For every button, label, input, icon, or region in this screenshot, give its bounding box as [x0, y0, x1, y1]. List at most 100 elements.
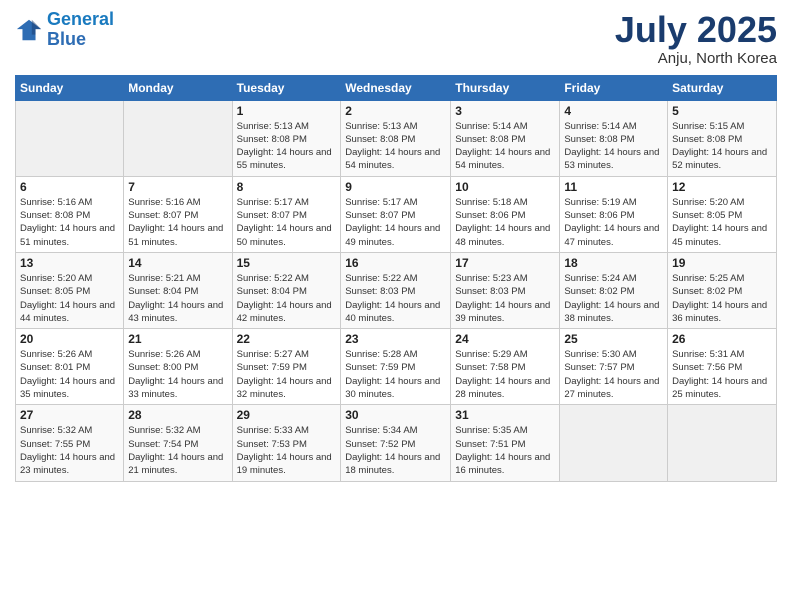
day-info: Sunrise: 5:28 AMSunset: 7:59 PMDaylight:… — [345, 348, 446, 401]
day-info: Sunrise: 5:13 AMSunset: 8:08 PMDaylight:… — [345, 120, 446, 173]
calendar-cell-w4-d1: 20 Sunrise: 5:26 AMSunset: 8:01 PMDaylig… — [16, 329, 124, 405]
calendar-cell-w2-d2: 7 Sunrise: 5:16 AMSunset: 8:07 PMDayligh… — [124, 176, 232, 252]
day-number: 18 — [564, 256, 663, 270]
header: General Blue July 2025 Anju, North Korea — [15, 10, 777, 67]
day-number: 28 — [128, 408, 227, 422]
day-number: 20 — [20, 332, 119, 346]
day-number: 1 — [237, 104, 337, 118]
day-info: Sunrise: 5:19 AMSunset: 8:06 PMDaylight:… — [564, 196, 663, 249]
header-sunday: Sunday — [16, 75, 124, 100]
calendar-cell-w4-d5: 24 Sunrise: 5:29 AMSunset: 7:58 PMDaylig… — [451, 329, 560, 405]
day-number: 13 — [20, 256, 119, 270]
calendar-header-row: Sunday Monday Tuesday Wednesday Thursday… — [16, 75, 777, 100]
logo-line1: General — [47, 9, 114, 29]
calendar-cell-w5-d7 — [668, 405, 777, 481]
day-number: 4 — [564, 104, 663, 118]
month-title: July 2025 — [615, 10, 777, 50]
day-number: 14 — [128, 256, 227, 270]
logo-icon — [15, 16, 43, 44]
day-number: 31 — [455, 408, 555, 422]
day-info: Sunrise: 5:15 AMSunset: 8:08 PMDaylight:… — [672, 120, 772, 173]
day-info: Sunrise: 5:34 AMSunset: 7:52 PMDaylight:… — [345, 424, 446, 477]
day-info: Sunrise: 5:30 AMSunset: 7:57 PMDaylight:… — [564, 348, 663, 401]
logo: General Blue — [15, 10, 114, 50]
day-info: Sunrise: 5:17 AMSunset: 8:07 PMDaylight:… — [345, 196, 446, 249]
calendar-cell-w1-d3: 1 Sunrise: 5:13 AMSunset: 8:08 PMDayligh… — [232, 100, 341, 176]
day-info: Sunrise: 5:14 AMSunset: 8:08 PMDaylight:… — [455, 120, 555, 173]
day-number: 11 — [564, 180, 663, 194]
day-info: Sunrise: 5:32 AMSunset: 7:55 PMDaylight:… — [20, 424, 119, 477]
day-number: 21 — [128, 332, 227, 346]
calendar-cell-w2-d4: 9 Sunrise: 5:17 AMSunset: 8:07 PMDayligh… — [341, 176, 451, 252]
day-info: Sunrise: 5:25 AMSunset: 8:02 PMDaylight:… — [672, 272, 772, 325]
calendar-cell-w3-d5: 17 Sunrise: 5:23 AMSunset: 8:03 PMDaylig… — [451, 252, 560, 328]
logo-text: General Blue — [47, 10, 114, 50]
day-info: Sunrise: 5:29 AMSunset: 7:58 PMDaylight:… — [455, 348, 555, 401]
day-info: Sunrise: 5:22 AMSunset: 8:03 PMDaylight:… — [345, 272, 446, 325]
header-monday: Monday — [124, 75, 232, 100]
calendar-cell-w3-d6: 18 Sunrise: 5:24 AMSunset: 8:02 PMDaylig… — [560, 252, 668, 328]
day-info: Sunrise: 5:35 AMSunset: 7:51 PMDaylight:… — [455, 424, 555, 477]
calendar-cell-w1-d4: 2 Sunrise: 5:13 AMSunset: 8:08 PMDayligh… — [341, 100, 451, 176]
day-info: Sunrise: 5:13 AMSunset: 8:08 PMDaylight:… — [237, 120, 337, 173]
page: General Blue July 2025 Anju, North Korea… — [0, 0, 792, 612]
calendar-cell-w1-d7: 5 Sunrise: 5:15 AMSunset: 8:08 PMDayligh… — [668, 100, 777, 176]
calendar-cell-w5-d3: 29 Sunrise: 5:33 AMSunset: 7:53 PMDaylig… — [232, 405, 341, 481]
day-number: 9 — [345, 180, 446, 194]
day-number: 30 — [345, 408, 446, 422]
day-info: Sunrise: 5:27 AMSunset: 7:59 PMDaylight:… — [237, 348, 337, 401]
day-number: 10 — [455, 180, 555, 194]
day-number: 3 — [455, 104, 555, 118]
day-info: Sunrise: 5:23 AMSunset: 8:03 PMDaylight:… — [455, 272, 555, 325]
day-info: Sunrise: 5:16 AMSunset: 8:07 PMDaylight:… — [128, 196, 227, 249]
day-info: Sunrise: 5:16 AMSunset: 8:08 PMDaylight:… — [20, 196, 119, 249]
day-number: 27 — [20, 408, 119, 422]
day-info: Sunrise: 5:26 AMSunset: 8:01 PMDaylight:… — [20, 348, 119, 401]
day-info: Sunrise: 5:22 AMSunset: 8:04 PMDaylight:… — [237, 272, 337, 325]
calendar-cell-w1-d6: 4 Sunrise: 5:14 AMSunset: 8:08 PMDayligh… — [560, 100, 668, 176]
calendar-cell-w4-d4: 23 Sunrise: 5:28 AMSunset: 7:59 PMDaylig… — [341, 329, 451, 405]
calendar-cell-w3-d7: 19 Sunrise: 5:25 AMSunset: 8:02 PMDaylig… — [668, 252, 777, 328]
day-number: 22 — [237, 332, 337, 346]
calendar-cell-w2-d5: 10 Sunrise: 5:18 AMSunset: 8:06 PMDaylig… — [451, 176, 560, 252]
week-row-3: 13 Sunrise: 5:20 AMSunset: 8:05 PMDaylig… — [16, 252, 777, 328]
calendar-cell-w1-d1 — [16, 100, 124, 176]
calendar-cell-w4-d2: 21 Sunrise: 5:26 AMSunset: 8:00 PMDaylig… — [124, 329, 232, 405]
day-number: 25 — [564, 332, 663, 346]
day-info: Sunrise: 5:14 AMSunset: 8:08 PMDaylight:… — [564, 120, 663, 173]
calendar-cell-w2-d1: 6 Sunrise: 5:16 AMSunset: 8:08 PMDayligh… — [16, 176, 124, 252]
day-number: 29 — [237, 408, 337, 422]
calendar-cell-w5-d1: 27 Sunrise: 5:32 AMSunset: 7:55 PMDaylig… — [16, 405, 124, 481]
header-thursday: Thursday — [451, 75, 560, 100]
day-number: 24 — [455, 332, 555, 346]
week-row-5: 27 Sunrise: 5:32 AMSunset: 7:55 PMDaylig… — [16, 405, 777, 481]
header-wednesday: Wednesday — [341, 75, 451, 100]
week-row-4: 20 Sunrise: 5:26 AMSunset: 8:01 PMDaylig… — [16, 329, 777, 405]
day-number: 2 — [345, 104, 446, 118]
calendar-cell-w2-d6: 11 Sunrise: 5:19 AMSunset: 8:06 PMDaylig… — [560, 176, 668, 252]
calendar-cell-w2-d3: 8 Sunrise: 5:17 AMSunset: 8:07 PMDayligh… — [232, 176, 341, 252]
calendar-cell-w3-d3: 15 Sunrise: 5:22 AMSunset: 8:04 PMDaylig… — [232, 252, 341, 328]
day-info: Sunrise: 5:21 AMSunset: 8:04 PMDaylight:… — [128, 272, 227, 325]
day-number: 12 — [672, 180, 772, 194]
day-number: 16 — [345, 256, 446, 270]
week-row-2: 6 Sunrise: 5:16 AMSunset: 8:08 PMDayligh… — [16, 176, 777, 252]
day-info: Sunrise: 5:18 AMSunset: 8:06 PMDaylight:… — [455, 196, 555, 249]
header-friday: Friday — [560, 75, 668, 100]
header-saturday: Saturday — [668, 75, 777, 100]
calendar-cell-w3-d2: 14 Sunrise: 5:21 AMSunset: 8:04 PMDaylig… — [124, 252, 232, 328]
day-info: Sunrise: 5:32 AMSunset: 7:54 PMDaylight:… — [128, 424, 227, 477]
calendar-cell-w2-d7: 12 Sunrise: 5:20 AMSunset: 8:05 PMDaylig… — [668, 176, 777, 252]
calendar-cell-w5-d5: 31 Sunrise: 5:35 AMSunset: 7:51 PMDaylig… — [451, 405, 560, 481]
day-number: 26 — [672, 332, 772, 346]
title-block: July 2025 Anju, North Korea — [615, 10, 777, 67]
day-number: 8 — [237, 180, 337, 194]
location-title: Anju, North Korea — [615, 50, 777, 67]
calendar-cell-w5-d2: 28 Sunrise: 5:32 AMSunset: 7:54 PMDaylig… — [124, 405, 232, 481]
calendar-cell-w4-d3: 22 Sunrise: 5:27 AMSunset: 7:59 PMDaylig… — [232, 329, 341, 405]
calendar-cell-w1-d2 — [124, 100, 232, 176]
day-number: 6 — [20, 180, 119, 194]
day-info: Sunrise: 5:33 AMSunset: 7:53 PMDaylight:… — [237, 424, 337, 477]
day-info: Sunrise: 5:17 AMSunset: 8:07 PMDaylight:… — [237, 196, 337, 249]
calendar-cell-w5-d6 — [560, 405, 668, 481]
